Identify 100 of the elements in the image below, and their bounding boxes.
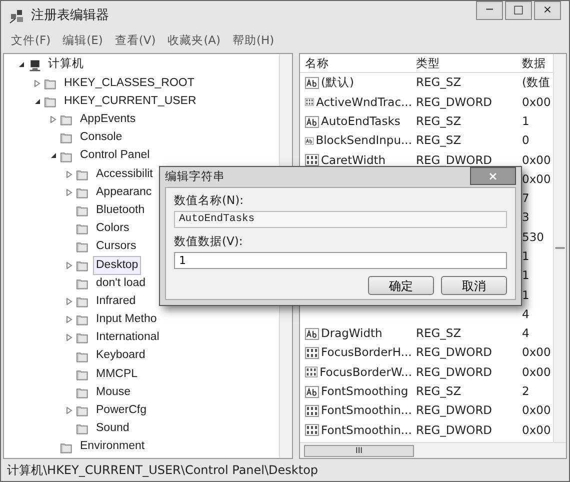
folder-icon bbox=[76, 350, 90, 363]
menu-item[interactable]: 查看(V) bbox=[114, 32, 156, 50]
tree-item[interactable]: Bluetooth bbox=[93, 200, 148, 220]
value-type: REG_SZ bbox=[416, 114, 462, 128]
expanded-arrow-icon[interactable] bbox=[18, 61, 24, 68]
column-header[interactable]: 类型 bbox=[412, 54, 520, 72]
value-data: 0x00 bbox=[522, 364, 551, 379]
tree-item[interactable]: Input Metho bbox=[93, 310, 160, 330]
status-text: 计算机\HKEY_CURRENT_USER\Control Panel\Desktop bbox=[7, 462, 318, 479]
folder-icon bbox=[76, 258, 90, 272]
tree-item[interactable]: Control Panel bbox=[77, 146, 153, 166]
collapsed-arrow-icon[interactable] bbox=[34, 80, 40, 87]
collapsed-arrow-icon[interactable] bbox=[66, 188, 72, 196]
folder-icon bbox=[76, 276, 90, 290]
tree-item[interactable]: HKEY_CLASSES_ROOT bbox=[61, 74, 198, 93]
folder-icon bbox=[76, 368, 90, 381]
expanded-arrow-icon[interactable] bbox=[34, 98, 40, 105]
tree-item[interactable]: Mouse bbox=[93, 382, 134, 402]
data-input[interactable]: 1 bbox=[174, 252, 507, 269]
tree-item[interactable]: International bbox=[93, 328, 162, 348]
folder-icon bbox=[76, 240, 90, 254]
tree-item[interactable]: MMCPL bbox=[93, 364, 141, 384]
folder-icon bbox=[60, 440, 74, 454]
close-button[interactable]: × bbox=[534, 1, 561, 20]
value-type: REG_DWORD bbox=[416, 403, 492, 418]
value-name[interactable]: FontSmoothing bbox=[321, 383, 408, 400]
tree-item[interactable]: Colors bbox=[93, 219, 132, 238]
scrollbar[interactable] bbox=[553, 54, 566, 442]
value-name[interactable]: BlockSendInpu... bbox=[316, 132, 412, 150]
string-value-icon bbox=[305, 328, 319, 340]
value-data: (数值 bbox=[522, 75, 550, 90]
collapsed-arrow-icon[interactable] bbox=[66, 407, 72, 414]
value-data: 4 bbox=[522, 326, 530, 340]
menu-item[interactable]: 收藏夹(A) bbox=[168, 32, 221, 50]
value-name[interactable]: DragWidth bbox=[321, 325, 382, 342]
field-label: 数值数据(V): bbox=[174, 232, 244, 250]
value-data: 7 bbox=[522, 191, 530, 206]
value-data: 0x00 bbox=[522, 345, 551, 360]
value-data: 1 bbox=[522, 288, 530, 302]
tree-item[interactable]: Appearanc bbox=[93, 182, 155, 202]
value-data: 0x00 bbox=[522, 172, 551, 186]
folder-icon bbox=[76, 386, 90, 399]
column-header[interactable]: 数据 bbox=[520, 54, 553, 72]
ok-button[interactable]: 确定 bbox=[368, 276, 434, 295]
computer-icon bbox=[28, 58, 42, 72]
menu-item[interactable]: 编辑(E) bbox=[62, 32, 103, 50]
folder-icon bbox=[76, 313, 90, 326]
value-name[interactable]: FocusBorderH... bbox=[321, 344, 412, 362]
value-name[interactable]: (默认) bbox=[321, 74, 354, 92]
tree-item[interactable]: don't load bbox=[93, 274, 149, 293]
value-type: REG_DWORD bbox=[416, 345, 492, 360]
cancel-button[interactable]: 取消 bbox=[441, 276, 507, 295]
tree-item[interactable]: Sound bbox=[93, 419, 132, 438]
folder-icon bbox=[60, 150, 74, 163]
folder-icon bbox=[76, 422, 90, 436]
string-value-icon bbox=[305, 134, 314, 147]
maximize-button[interactable]: □ bbox=[505, 1, 532, 20]
value-name[interactable]: FontSmoothin... bbox=[321, 402, 412, 420]
menu-item[interactable]: 帮助(H) bbox=[232, 32, 274, 50]
tree-item[interactable]: PowerCfg bbox=[93, 401, 150, 420]
horizontal-scrollbar[interactable]: III bbox=[300, 442, 566, 458]
tree-item[interactable]: Cursors bbox=[93, 237, 140, 257]
string-value-icon bbox=[305, 76, 319, 89]
tree-item[interactable]: HKEY_CURRENT_USER bbox=[61, 92, 200, 112]
minimize-button[interactable]: ─ bbox=[476, 1, 503, 20]
value-name[interactable]: AutoEndTasks bbox=[321, 112, 400, 130]
folder-icon bbox=[60, 131, 74, 144]
value-data: 0x00 bbox=[522, 403, 551, 418]
tree-item[interactable]: Console bbox=[77, 128, 126, 148]
value-name[interactable]: CaretWidth bbox=[321, 152, 386, 169]
tree-item[interactable]: Keyboard bbox=[93, 346, 148, 366]
collapsed-arrow-icon[interactable] bbox=[66, 316, 72, 324]
column-header[interactable]: 名称 bbox=[300, 54, 412, 72]
tree-item[interactable]: AppEvents bbox=[77, 110, 139, 130]
value-data: 4 bbox=[522, 306, 530, 321]
folder-icon bbox=[76, 222, 90, 236]
tree-item[interactable]: Environment bbox=[77, 437, 148, 457]
expanded-arrow-icon[interactable] bbox=[50, 152, 56, 160]
menu-item[interactable]: 文件(F) bbox=[11, 32, 51, 50]
name-field: AutoEndTasks bbox=[174, 210, 507, 228]
collapsed-arrow-icon[interactable] bbox=[66, 298, 72, 305]
folder-icon bbox=[76, 295, 90, 308]
value-name[interactable]: FontSmoothin... bbox=[321, 422, 412, 439]
collapsed-arrow-icon[interactable] bbox=[66, 262, 72, 269]
tree-item[interactable]: 计算机 bbox=[45, 55, 87, 75]
value-type: REG_SZ bbox=[416, 326, 462, 340]
scrollbar-thumb[interactable]: III bbox=[304, 444, 414, 456]
tree-item[interactable]: Infrared bbox=[93, 292, 139, 312]
folder-icon bbox=[76, 404, 90, 418]
binary-value-icon bbox=[305, 404, 319, 417]
collapsed-arrow-icon[interactable] bbox=[50, 116, 56, 124]
binary-value-icon bbox=[305, 347, 319, 360]
tree-item[interactable]: Desktop bbox=[93, 256, 142, 275]
folder-icon bbox=[76, 331, 90, 344]
value-name[interactable]: ActiveWndTrac... bbox=[316, 94, 412, 111]
collapsed-arrow-icon[interactable] bbox=[66, 334, 72, 342]
value-name[interactable]: FocusBorderW... bbox=[320, 364, 412, 382]
collapsed-arrow-icon[interactable] bbox=[66, 170, 72, 178]
value-data: 1 bbox=[522, 248, 530, 263]
tree-item[interactable]: Accessibilit bbox=[93, 164, 156, 184]
